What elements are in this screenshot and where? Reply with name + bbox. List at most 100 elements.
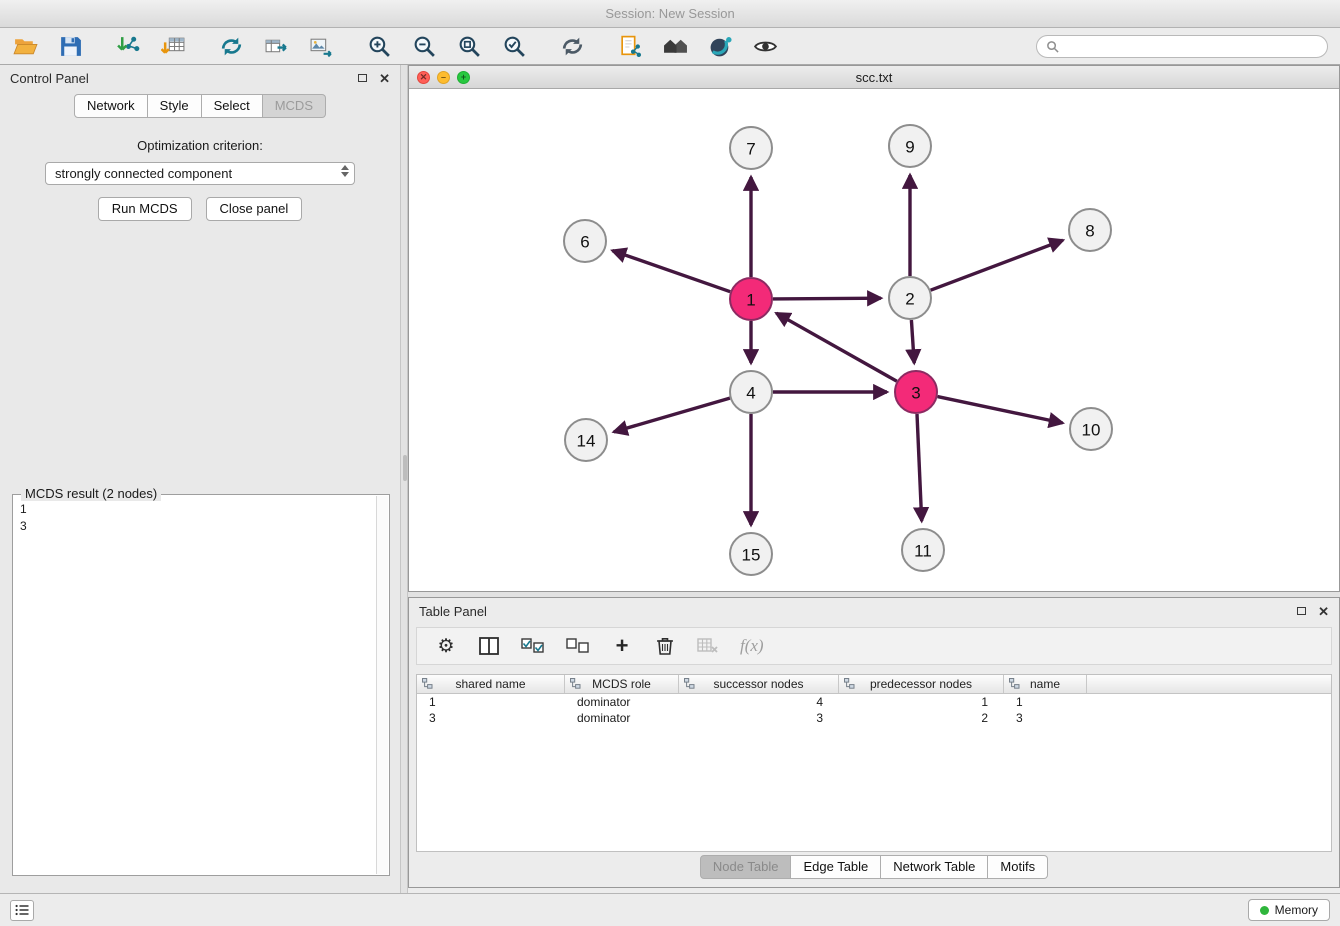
node-label: 2 (905, 290, 914, 309)
run-mcds-button[interactable]: Run MCDS (98, 197, 192, 221)
node-10[interactable]: 10 (1070, 408, 1112, 450)
tab-select[interactable]: Select (202, 94, 263, 118)
column-label: name (1030, 677, 1060, 691)
unselect-all-icon[interactable] (566, 634, 590, 658)
window-title: Session: New Session (605, 6, 734, 21)
edge-3-11[interactable] (917, 414, 922, 521)
edge-1-2[interactable] (773, 298, 881, 299)
zoom-out-icon[interactable] (411, 33, 437, 59)
column-tree-icon (570, 678, 581, 692)
network-window-titlebar[interactable]: ✕ – + scc.txt (409, 66, 1339, 89)
table-row[interactable]: 1dominator411 (417, 694, 1331, 710)
column-label: predecessor nodes (870, 677, 972, 691)
import-network-icon[interactable] (115, 33, 141, 59)
node-7[interactable]: 7 (730, 127, 772, 169)
network-canvas[interactable]: 7 9 6 8 1 2 4 3 14 10 15 11 (409, 90, 1339, 591)
node-3[interactable]: 3 (895, 371, 937, 413)
column-header-shared-name[interactable]: shared name (417, 675, 565, 693)
gear-icon[interactable]: ⚙ (435, 634, 457, 658)
node-4[interactable]: 4 (730, 371, 772, 413)
node-label: 1 (746, 291, 755, 310)
style-icon[interactable] (707, 33, 733, 59)
float-panel-icon[interactable] (358, 74, 367, 82)
table-panel-header: Table Panel ✕ (409, 598, 1339, 624)
edge-2-8[interactable] (931, 240, 1063, 290)
node-8[interactable]: 8 (1069, 209, 1111, 251)
column-header-MCDS-role[interactable]: MCDS role (565, 675, 679, 693)
window-titlebar: Session: New Session (0, 0, 1340, 28)
function-builder-icon[interactable]: f(x) (740, 634, 764, 658)
save-session-icon[interactable] (57, 33, 83, 59)
clipboard-network-icon[interactable] (617, 33, 643, 59)
tab-network[interactable]: Network (74, 94, 148, 118)
result-scrollbar[interactable] (376, 496, 388, 874)
home-network-icon[interactable] (662, 33, 688, 59)
minimize-window-icon[interactable]: – (437, 71, 450, 84)
close-panel-icon[interactable]: ✕ (379, 72, 390, 85)
vertical-splitter[interactable] (400, 65, 408, 893)
select-all-icon[interactable] (521, 634, 545, 658)
memory-button[interactable]: Memory (1248, 899, 1330, 921)
network-window-title: scc.txt (856, 70, 893, 85)
column-header-filler (1087, 675, 1331, 693)
node-14[interactable]: 14 (565, 419, 607, 461)
close-window-icon[interactable]: ✕ (417, 71, 430, 84)
split-columns-icon[interactable] (478, 634, 500, 658)
column-label: shared name (455, 677, 525, 691)
add-row-icon[interactable]: + (611, 634, 633, 658)
close-table-panel-icon[interactable]: ✕ (1318, 605, 1329, 618)
network-arrows-icon[interactable] (218, 33, 244, 59)
search-box[interactable] (1036, 35, 1328, 58)
zoom-selected-icon[interactable] (501, 33, 527, 59)
table-tab-motifs[interactable]: Motifs (988, 855, 1048, 879)
network-tools-group (218, 33, 334, 59)
tab-style[interactable]: Style (148, 94, 202, 118)
edge-1-6[interactable] (612, 251, 730, 292)
table-header-row: shared name MCDS rolesuccessor nodes prede… (417, 675, 1331, 694)
export-image-icon[interactable] (308, 33, 334, 59)
zoom-in-icon[interactable] (366, 33, 392, 59)
table-tab-node-table[interactable]: Node Table (700, 855, 792, 879)
import-table-icon[interactable] (160, 33, 186, 59)
view-group (617, 33, 778, 59)
table-tab-edge-table[interactable]: Edge Table (791, 855, 881, 879)
table-tab-network-table[interactable]: Network Table (881, 855, 988, 879)
column-header-successor-nodes[interactable]: successor nodes (679, 675, 839, 693)
search-input[interactable] (1065, 39, 1318, 53)
splitter-grip[interactable] (403, 455, 407, 481)
node-6[interactable]: 6 (564, 220, 606, 262)
control-panel-tabs: NetworkStyleSelectMCDS (0, 94, 400, 118)
column-tree-icon (1009, 678, 1020, 692)
export-table-icon[interactable] (263, 33, 289, 59)
edge-2-3[interactable] (911, 320, 914, 363)
table-row[interactable]: 3dominator323 (417, 710, 1331, 726)
node-11[interactable]: 11 (902, 529, 944, 571)
node-15[interactable]: 15 (730, 533, 772, 575)
task-history-icon[interactable] (10, 900, 34, 921)
criterion-dropdown[interactable]: strongly connected component (45, 162, 355, 185)
delete-icon[interactable] (654, 634, 676, 658)
node-1[interactable]: 1 (730, 278, 772, 320)
node-2[interactable]: 2 (889, 277, 931, 319)
column-header-name[interactable]: name (1004, 675, 1087, 693)
column-header-predecessor-nodes[interactable]: predecessor nodes (839, 675, 1004, 693)
node-label: 4 (746, 384, 755, 403)
network-graph[interactable]: 7 9 6 8 1 2 4 3 14 10 15 11 (409, 90, 1339, 592)
mcds-result-box: MCDS result (2 nodes) 13 (12, 494, 390, 876)
close-panel-button[interactable]: Close panel (206, 197, 303, 221)
edge-3-1[interactable] (776, 313, 897, 381)
tab-mcds[interactable]: MCDS (263, 94, 326, 118)
cell-predecessor-nodes: 1 (839, 695, 1004, 709)
zoom-fit-icon[interactable] (456, 33, 482, 59)
clear-table-icon[interactable] (697, 634, 719, 658)
open-session-icon[interactable] (12, 33, 38, 59)
float-table-panel-icon[interactable] (1297, 607, 1306, 615)
maximize-window-icon[interactable]: + (457, 71, 470, 84)
node-label: 11 (914, 542, 932, 561)
refresh-icon[interactable] (559, 33, 585, 59)
edge-3-10[interactable] (938, 397, 1063, 423)
edge-4-14[interactable] (614, 398, 730, 432)
node-9[interactable]: 9 (889, 125, 931, 167)
table-panel-tabs: Node TableEdge TableNetwork TableMotifs (409, 855, 1339, 879)
show-hide-icon[interactable] (752, 33, 778, 59)
